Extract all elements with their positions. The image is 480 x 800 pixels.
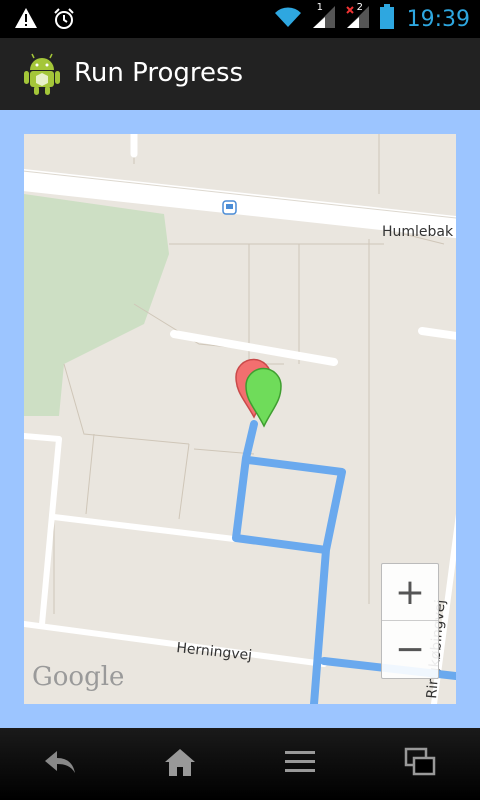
sim-2-label: 2 [356, 2, 363, 13]
battery-icon [379, 4, 395, 34]
street-label-humlebak: Humlebak [382, 224, 454, 240]
home-icon [164, 747, 196, 781]
menu-button[interactable] [270, 742, 330, 786]
back-icon [43, 749, 77, 779]
zoom-out-button[interactable]: − [382, 621, 438, 677]
recent-apps-button[interactable] [390, 742, 450, 786]
signal-no-data-icon: 2 [345, 2, 371, 34]
signal-icon: 1 [311, 2, 337, 34]
park-area [24, 194, 169, 416]
map-container: Humlebak Herningvej Ringkøbingvej + − Go… [0, 110, 480, 728]
bus-stop-icon[interactable] [222, 200, 237, 215]
current-marker[interactable] [245, 367, 282, 428]
clock: 19:39 [406, 6, 470, 32]
back-button[interactable] [30, 742, 90, 786]
home-button[interactable] [150, 742, 210, 786]
app-title: Run Progress [74, 58, 244, 88]
wifi-icon [273, 5, 303, 33]
recent-apps-icon [404, 747, 436, 781]
zoom-controls: + − [381, 563, 439, 679]
status-bar: 1 2 19:39 [0, 0, 480, 38]
menu-icon [284, 749, 316, 779]
android-icon[interactable] [22, 52, 62, 100]
google-attribution: Google [32, 662, 125, 692]
sim-1-label: 1 [316, 2, 323, 13]
map-view[interactable]: Humlebak Herningvej Ringkøbingvej + − Go… [24, 134, 456, 704]
zoom-in-button[interactable]: + [382, 564, 438, 621]
action-bar: Run Progress [0, 38, 480, 112]
alarm-icon [52, 7, 76, 35]
warning-icon [14, 7, 38, 35]
navigation-bar [0, 728, 480, 800]
street-label-herningvej: Herningvej [176, 640, 253, 664]
